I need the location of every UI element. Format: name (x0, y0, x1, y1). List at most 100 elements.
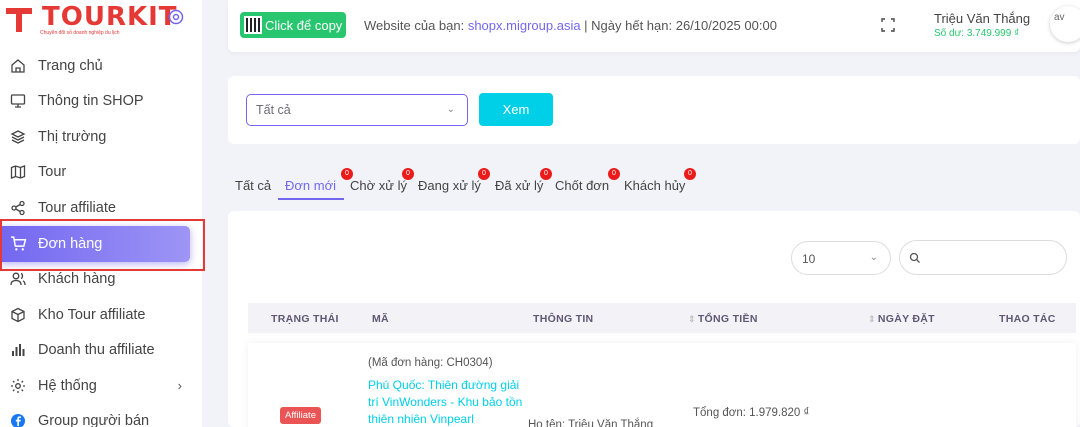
tab-badge: 0 (684, 168, 696, 180)
sidebar-item-label: Thị trường (38, 128, 107, 145)
sidebar-item-customers[interactable]: Khách hàng (0, 262, 202, 298)
sidebar-item-shop-info[interactable]: Thông tin SHOP (0, 84, 202, 120)
user-balance: Số dư: 3.749.999 ₫ (934, 28, 1020, 39)
box-icon (9, 306, 27, 324)
col-info[interactable]: Thông tin (533, 313, 593, 325)
fullscreen-icon[interactable] (880, 17, 896, 33)
sidebar-item-label: Trang chủ (38, 57, 103, 74)
tab-closed[interactable]: Chốt đơn 0 (555, 168, 620, 193)
website-prefix: Website của bạn: (364, 18, 468, 33)
sort-icon: ⇕ (688, 314, 696, 324)
tab-label: Khách hủy (624, 178, 686, 193)
tab-label: Đơn mới (285, 178, 336, 193)
order-code: (Mã đơn hàng: CH0304) (368, 357, 493, 369)
tab-badge: 0 (608, 168, 620, 180)
layers-icon (9, 128, 27, 146)
tab-cancelled[interactable]: Khách hủy 0 (624, 168, 696, 193)
avatar-alt-text: av (1054, 12, 1065, 23)
sidebar-item-affiliate-revenue[interactable]: Doanh thu affiliate (0, 333, 202, 369)
settings-icon (9, 377, 27, 395)
search-input[interactable] (899, 240, 1067, 275)
sidebar-item-market[interactable]: Thị trường (0, 119, 202, 155)
chevron-down-icon: ⌄ (869, 252, 878, 263)
top-navbar: Click để copy Website của bạn: shopx.mig… (228, 0, 1080, 52)
sidebar-item-label: Tour (38, 164, 67, 181)
tab-label: Chờ xử lý (350, 178, 407, 193)
order-status-tabs: Tất cả Đơn mới 0 Chờ xử lý 0 Đang xử lý 0 Đ… (228, 166, 1080, 202)
page-size-select[interactable]: 10 ⌄ (791, 241, 891, 275)
tab-processing[interactable]: Đang xử lý 0 (418, 168, 490, 193)
brand-name: TOURKIT (42, 2, 178, 32)
expiry-date: | Ngày hết hạn: 26/10/2025 00:00 (580, 18, 777, 33)
brand-tagline: Chuyển đổi số doanh nghiệp du lịch (40, 30, 120, 36)
sidebar-item-orders[interactable]: Đơn hàng (0, 225, 190, 262)
tour-link[interactable]: Phú Quốc: Thiên đường giải trí VinWonder… (368, 377, 528, 427)
orders-table-card: 10 ⌄ Trạng thái Mã Thông tin ⇕ Tổng tiền … (228, 211, 1080, 427)
share-icon (9, 199, 27, 217)
sidebar-item-label: Kho Tour affiliate (38, 306, 146, 323)
status-filter-value: Tất cả (256, 103, 291, 117)
col-order-date[interactable]: ⇕ Ngày đặt (868, 313, 935, 325)
customer-name: Họ tên: Triệu Văn Thắng (528, 419, 654, 427)
home-icon (9, 57, 27, 75)
sidebar-item-label: Đơn hàng (38, 235, 103, 252)
sidebar-item-label: Tour affiliate (38, 199, 116, 216)
sidebar-item-label: Hệ thống (38, 377, 97, 394)
sidebar-item-tour-affiliate[interactable]: Tour affiliate (0, 190, 202, 226)
tab-label: Đã xử lý (495, 178, 544, 193)
sidebar-menu: Trang chủ Thông tin SHOP Thị trường Tour… (0, 48, 202, 427)
page-size-value: 10 (802, 252, 816, 266)
status-filter-select[interactable]: Tất cả ⌄ (246, 94, 468, 126)
col-total-label: Tổng tiền (697, 313, 758, 325)
tab-label: Đang xử lý (418, 178, 481, 193)
search-icon (909, 252, 920, 263)
sidebar: TOURKIT Chuyển đổi số doanh nghiệp du lị… (0, 0, 202, 427)
copy-button-label: Click để copy (265, 17, 343, 33)
collapse-sidebar-icon[interactable] (168, 9, 184, 25)
tab-new-orders[interactable]: Đơn mới 0 (285, 168, 353, 193)
sidebar-item-home[interactable]: Trang chủ (0, 48, 202, 84)
tab-all[interactable]: Tất cả (235, 178, 271, 193)
col-status[interactable]: Trạng thái (271, 313, 339, 325)
status-badge: Affiliate (280, 407, 321, 424)
map-icon (9, 163, 27, 181)
sidebar-item-label: Group người bán (38, 413, 150, 427)
chevron-down-icon: ⌄ (446, 104, 455, 115)
tab-badge: 0 (540, 168, 552, 180)
sort-icon: ⇕ (868, 314, 876, 324)
table-row[interactable]: (Mã đơn hàng: CH0304) Phú Quốc: Thiên đư… (248, 343, 1076, 427)
website-link[interactable]: shopx.migroup.asia (468, 18, 581, 33)
tab-badge: 0 (402, 168, 414, 180)
qr-code-icon (244, 16, 262, 34)
filter-card: Tất cả ⌄ Xem (228, 76, 1080, 144)
view-button[interactable]: Xem (479, 93, 553, 126)
sidebar-item-seller-group[interactable]: Group người bán (0, 404, 202, 427)
avatar[interactable]: av (1050, 6, 1080, 42)
col-order-date-label: Ngày đặt (877, 313, 935, 325)
tab-pending[interactable]: Chờ xử lý 0 (350, 168, 414, 193)
sidebar-item-tour[interactable]: Tour (0, 155, 202, 191)
user-name[interactable]: Triệu Văn Thắng (934, 11, 1030, 26)
logo-mark-icon (6, 8, 32, 32)
copy-link-button[interactable]: Click để copy (240, 12, 346, 38)
tab-badge: 0 (478, 168, 490, 180)
cart-icon (9, 235, 27, 253)
tab-label: Chốt đơn (555, 178, 610, 193)
bar-chart-icon (9, 341, 27, 359)
order-total: Tổng đơn: 1.979.820 ₫ (693, 407, 810, 419)
table-header: Trạng thái Mã Thông tin ⇕ Tổng tiền ⇕ Ngày… (248, 303, 1076, 333)
chevron-right-icon: › (177, 378, 182, 393)
col-actions: Thao tác (999, 313, 1056, 325)
sidebar-item-label: Khách hàng (38, 271, 116, 288)
sidebar-item-affiliate-store[interactable]: Kho Tour affiliate (0, 297, 202, 333)
users-icon (9, 270, 27, 288)
col-total[interactable]: ⇕ Tổng tiền (688, 313, 758, 325)
facebook-icon (9, 412, 27, 427)
col-code[interactable]: Mã (372, 313, 389, 325)
tab-processed[interactable]: Đã xử lý 0 (495, 168, 552, 193)
tab-label: Tất cả (235, 178, 272, 193)
brand-logo[interactable]: TOURKIT Chuyển đổi số doanh nghiệp du lị… (4, 2, 202, 40)
active-tab-indicator (278, 198, 344, 200)
sidebar-item-label: Doanh thu affiliate (38, 342, 155, 359)
sidebar-item-system[interactable]: Hệ thống › (0, 368, 202, 404)
